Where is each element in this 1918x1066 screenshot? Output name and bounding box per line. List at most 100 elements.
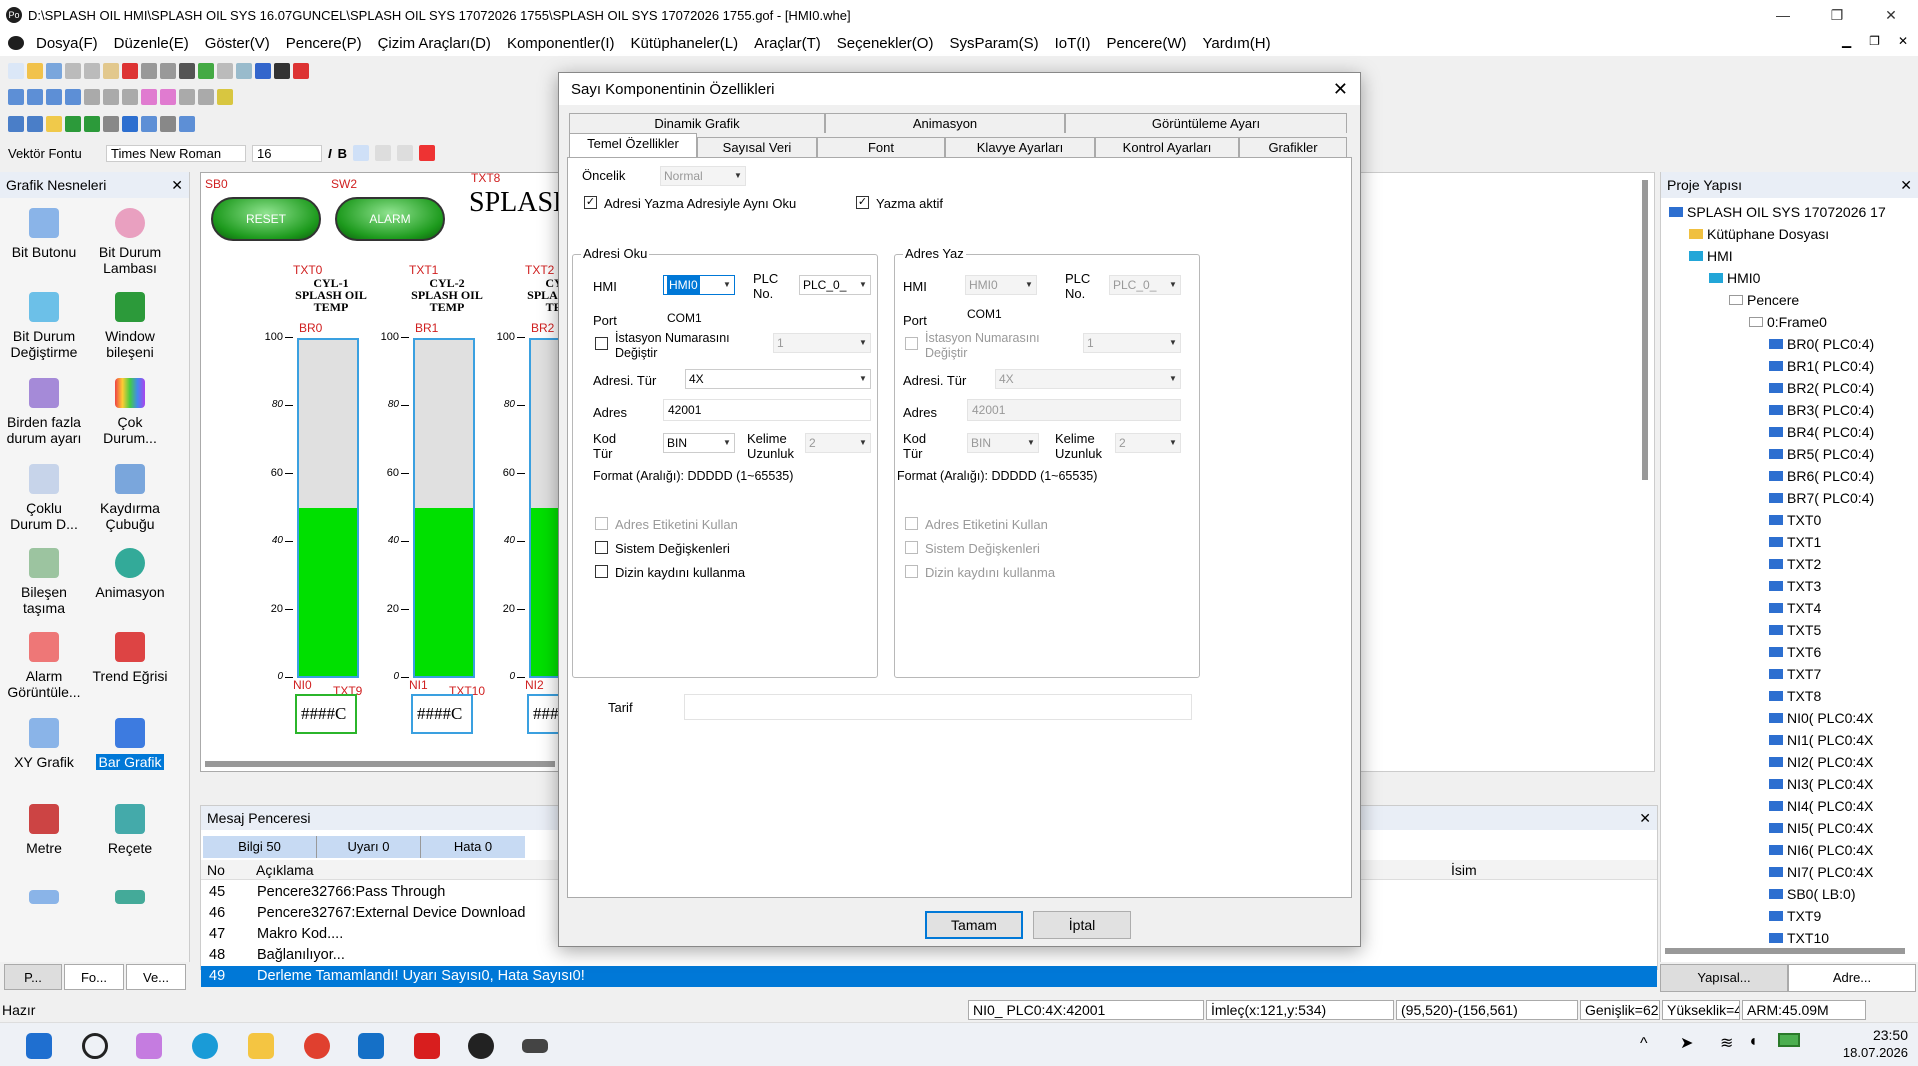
text-icon[interactable] [141,116,157,132]
bar-graph[interactable] [413,338,475,678]
outlook-icon[interactable] [358,1033,384,1059]
tree-item[interactable]: BR5( PLC0:4) [1769,446,1874,462]
number-display[interactable]: ####C [411,694,473,734]
tree-item[interactable]: TXT2 [1769,556,1821,572]
search-icon[interactable] [82,1033,108,1059]
align-top-icon[interactable] [46,89,62,105]
tool-event[interactable] [4,890,84,910]
menu-komponentler[interactable]: Komponentler(I) [499,35,623,52]
bar-graph[interactable] [297,338,359,678]
wifi-icon[interactable]: ≋ [1720,1033,1733,1053]
tree-item[interactable]: SPLASH OIL SYS 17072026 17 [1669,204,1886,220]
save-icon[interactable] [46,63,62,79]
font-size-select[interactable]: 16 [252,144,322,162]
tree-item[interactable]: NI6( PLC0:4X [1769,842,1873,858]
tree-item[interactable]: Kütüphane Dosyası [1689,226,1829,242]
tool-multi-state-display[interactable]: Çoklu Durum D... [4,464,84,532]
tree-item[interactable]: BR7( PLC0:4) [1769,490,1874,506]
tree-item[interactable]: NI5( PLC0:4X [1769,820,1873,836]
clock-date[interactable]: 18.07.2026 [1832,1045,1908,1060]
tree-item[interactable]: TXT4 [1769,600,1821,616]
mdi-minimize-button[interactable]: ▁ [1842,34,1851,48]
read-code-select[interactable]: BIN ▼ [663,433,735,453]
tree-item[interactable]: NI1( PLC0:4X [1769,732,1873,748]
volume-icon[interactable]: ◖ [1748,1033,1758,1051]
hmi-app-icon[interactable] [468,1033,494,1059]
tree-item[interactable]: SB0( LB:0) [1769,886,1855,902]
tree-item[interactable]: TXT8 [1769,688,1821,704]
mdi-close-button[interactable]: ✕ [1898,34,1908,48]
read-address-input[interactable]: 42001 [663,399,871,421]
menu-yardim[interactable]: Yardım(H) [1195,35,1279,52]
tool-animation[interactable]: Animasyon [90,548,170,600]
read-no-index-checkbox[interactable] [595,565,608,578]
tree-item[interactable]: Pencere [1729,292,1799,308]
tab-warning[interactable]: Uyarı 0 [317,836,421,858]
minimize-button[interactable]: — [1756,0,1810,30]
send-back-icon[interactable] [160,89,176,105]
read-type-select[interactable]: 4X ▼ [685,369,871,389]
gmt-icon[interactable] [522,1039,548,1053]
design-canvas[interactable]: SB0 SW2 RESET ALARM TXT8 SPLASH TXT0CYL-… [200,172,560,772]
tab-basic-properties[interactable]: Temel Özellikler [569,133,697,157]
tool-meter[interactable]: Metre [4,804,84,856]
component-icon[interactable] [8,116,24,132]
read-station-checkbox[interactable] [595,337,608,350]
tool-window[interactable]: Window bileşeni [90,292,170,360]
same-height-icon[interactable] [122,89,138,105]
font-name-select[interactable]: Times New Roman [106,144,246,162]
tray-chevron-icon[interactable]: ^ [1640,1035,1648,1053]
edge-icon[interactable] [192,1033,218,1059]
tree-item[interactable]: TXT6 [1769,644,1821,660]
tool-multi-state-set[interactable]: Birden fazla durum ayarı [4,378,84,446]
pdf-icon[interactable] [414,1033,440,1059]
italic-button[interactable]: I [328,146,332,161]
grid-icon[interactable] [217,89,233,105]
message-row[interactable]: 49 Derleme Tamamlandı! Uyarı Sayısı0, Hat… [201,966,1657,987]
tool-trend[interactable]: Trend Eğrisi [90,632,170,684]
tool-alarm[interactable]: Alarm Görüntüle... [4,632,84,700]
tab-dynamic-graphic[interactable]: Dinamik Grafik [569,113,825,133]
align-text-left-icon[interactable] [353,145,370,161]
rect-tool-icon[interactable] [293,63,309,79]
tree-item[interactable]: BR1( PLC0:4) [1769,358,1874,374]
ungroup-icon[interactable] [198,89,214,105]
font-kind-select[interactable]: Vektör Fontu [8,146,100,161]
redo-icon[interactable] [160,63,176,79]
tree-item[interactable]: NI3( PLC0:4X [1769,776,1873,792]
tab-ve[interactable]: Ve... [126,964,186,990]
tree-item[interactable]: BR2( PLC0:4) [1769,380,1874,396]
menu-pencere-w[interactable]: Pencere(W) [1098,35,1194,52]
close-button[interactable]: ✕ [1864,0,1918,30]
tree-item[interactable]: BR6( PLC0:4) [1769,468,1874,484]
tree-scrollbar[interactable] [1665,948,1905,954]
tree-item[interactable]: 0:Frame0 [1749,314,1827,330]
lamp-icon[interactable] [46,116,62,132]
description-input[interactable] [684,694,1192,720]
group-icon[interactable] [179,89,195,105]
menu-goster[interactable]: Göster(V) [197,35,278,52]
tab-display-settings[interactable]: Görüntüleme Ayarı [1065,113,1347,133]
line-tool-icon[interactable] [274,63,290,79]
same-address-checkbox[interactable]: ✓ [584,196,597,209]
tab-font[interactable]: Font [817,137,945,157]
tool-multi-state[interactable]: Çok Durum... [90,378,170,446]
chrome-icon[interactable] [304,1033,330,1059]
menu-secenekler[interactable]: Seçenekler(O) [829,35,942,52]
message-row[interactable]: 48 Bağlanılıyor... [201,945,1657,966]
compile-icon[interactable] [236,63,252,79]
read-plc-select[interactable]: PLC_0_ ▼ [799,275,871,295]
mdi-restore-button[interactable]: ❐ [1869,34,1880,48]
font-color-icon[interactable] [419,145,436,161]
dialog-close-button[interactable]: ✕ [1333,79,1348,100]
copy-icon[interactable] [84,63,100,79]
menu-cizim[interactable]: Çizim Araçları(D) [370,35,499,52]
alarm-button[interactable]: ALARM [335,197,445,241]
menu-dosya[interactable]: Dosya(F) [28,35,106,52]
align-right-icon[interactable] [27,89,43,105]
align-text-center-icon[interactable] [375,145,392,161]
maximize-button[interactable]: ❐ [1810,0,1864,30]
tree-item[interactable]: BR0( PLC0:4) [1769,336,1874,352]
find-icon[interactable] [179,63,195,79]
menu-araclar[interactable]: Araçlar(T) [746,35,829,52]
